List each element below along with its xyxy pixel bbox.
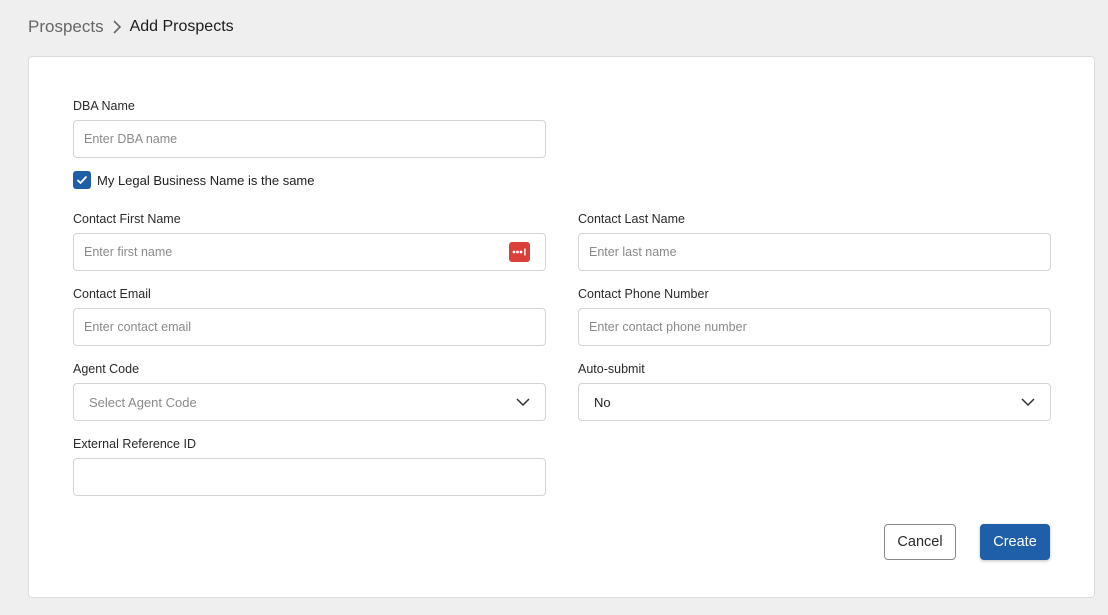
password-manager-icon[interactable] xyxy=(509,242,530,262)
dba-name-input-box xyxy=(73,120,546,158)
last-name-input-box xyxy=(578,233,1051,271)
auto-submit-field: Auto-submit No xyxy=(578,361,1051,421)
auto-submit-label: Auto-submit xyxy=(578,362,645,376)
breadcrumb-prospects-link[interactable]: Prospects xyxy=(28,17,104,37)
external-ref-input[interactable] xyxy=(74,459,545,495)
dba-name-input[interactable] xyxy=(74,121,545,157)
phone-label: Contact Phone Number xyxy=(578,287,709,301)
phone-input[interactable] xyxy=(579,309,1050,345)
phone-input-box xyxy=(578,308,1051,346)
last-name-field: Contact Last Name xyxy=(578,211,1051,271)
dba-name-field: DBA Name xyxy=(73,98,546,158)
dba-name-label: DBA Name xyxy=(73,99,135,113)
create-button[interactable]: Create xyxy=(980,524,1050,560)
legal-name-same-label[interactable]: My Legal Business Name is the same xyxy=(97,173,314,188)
agent-code-placeholder: Select Agent Code xyxy=(89,394,197,410)
external-ref-input-box xyxy=(73,458,546,496)
first-name-input-box xyxy=(73,233,546,271)
add-prospect-form-card: DBA Name My Legal Business Name is the s… xyxy=(28,56,1095,598)
auto-submit-value: No xyxy=(594,394,611,410)
external-ref-field: External Reference ID xyxy=(73,436,546,496)
auto-submit-select[interactable]: No xyxy=(578,383,1051,421)
agent-code-label: Agent Code xyxy=(73,362,140,376)
email-field: Contact Email xyxy=(73,286,546,346)
chevron-down-icon xyxy=(1021,395,1035,409)
first-name-field: Contact First Name xyxy=(73,211,546,271)
chevron-down-icon xyxy=(516,395,530,409)
agent-code-field: Agent Code Select Agent Code xyxy=(73,361,546,421)
chevron-right-icon xyxy=(106,16,128,38)
cancel-button[interactable]: Cancel xyxy=(884,524,956,560)
email-input-box xyxy=(73,308,546,346)
phone-field: Contact Phone Number xyxy=(578,286,1051,346)
email-input[interactable] xyxy=(74,309,545,345)
first-name-label: Contact First Name xyxy=(73,212,181,226)
last-name-input[interactable] xyxy=(579,234,1050,270)
email-label: Contact Email xyxy=(73,287,151,301)
legal-name-same-row: My Legal Business Name is the same xyxy=(73,171,314,189)
breadcrumb: Prospects Add Prospects xyxy=(28,16,234,38)
last-name-label: Contact Last Name xyxy=(578,212,685,226)
legal-name-same-checkbox[interactable] xyxy=(73,171,91,189)
breadcrumb-current-page: Add Prospects xyxy=(129,18,234,35)
first-name-input[interactable] xyxy=(74,234,545,270)
external-ref-label: External Reference ID xyxy=(73,437,196,451)
agent-code-select[interactable]: Select Agent Code xyxy=(73,383,546,421)
checkmark-icon xyxy=(76,175,88,185)
